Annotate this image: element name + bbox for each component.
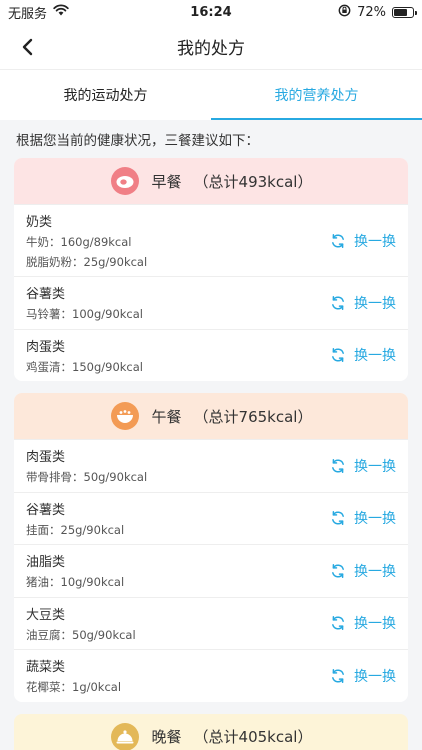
food-info: 谷薯类马铃薯：100g/90kcal — [26, 283, 143, 322]
food-row: 油脂类猪油：10g/90kcal 换一换 — [14, 544, 408, 597]
meal-header: 早餐 （总计493kcal） — [14, 158, 408, 204]
back-button[interactable] — [14, 34, 40, 60]
food-detail: 牛奶：160g/89kcal — [26, 235, 132, 249]
swap-button[interactable]: 换一换 — [330, 666, 396, 686]
page-title: 我的处方 — [177, 39, 245, 59]
swap-button[interactable]: 换一换 — [330, 456, 396, 476]
food-category: 大豆类 — [26, 607, 66, 623]
refresh-icon — [332, 616, 344, 631]
refresh-icon — [332, 668, 344, 683]
refresh-icon — [332, 348, 344, 363]
food-info: 油脂类猪油：10g/90kcal — [26, 551, 124, 590]
battery-fill — [394, 8, 407, 16]
swap-label: 换一换 — [354, 348, 396, 365]
food-detail: 马铃薯：100g/90kcal — [26, 307, 143, 322]
chevron-left-icon — [22, 38, 33, 56]
food-info: 蔬菜类花椰菜：1g/0kcal — [26, 656, 121, 695]
meal-header: 午餐 （总计765kcal） — [14, 393, 408, 439]
meal-total: （总计493kcal） — [193, 172, 313, 191]
meal-list: 早餐 （总计493kcal） 奶类牛奶：160g/89kcal 脱脂奶粉：25g/90… — [0, 158, 422, 750]
meal-header: 晚餐 （总计405kcal） — [14, 713, 408, 750]
food-row: 肉蛋类带骨排骨：50g/90kcal 换一换 — [14, 439, 408, 492]
battery-icon — [392, 6, 417, 18]
food-detail: 鸡蛋清：150g/90kcal — [26, 359, 143, 374]
food-info: 肉蛋类鸡蛋清：150g/90kcal — [26, 336, 143, 375]
wifi-icon — [53, 4, 69, 20]
food-category: 谷薯类 — [26, 287, 66, 303]
food-category: 油脂类 — [26, 555, 66, 571]
swap-label: 换一换 — [354, 668, 396, 685]
orientation-lock-icon — [338, 4, 351, 21]
food-detail: 脱脂奶粉：25g/90kcal — [26, 255, 148, 269]
food-info: 谷薯类挂面：25g/90kcal — [26, 499, 124, 538]
tab-exercise-prescription[interactable]: 我的运动处方 — [0, 70, 211, 120]
food-row: 肉蛋类鸡蛋清：150g/90kcal 换一换 — [14, 328, 408, 382]
breakfast-icon — [110, 166, 140, 196]
food-category: 奶类 — [26, 215, 53, 230]
swap-label: 换一换 — [354, 616, 396, 633]
refresh-icon — [332, 295, 344, 310]
status-left: 无服务 — [8, 3, 69, 22]
food-category: 肉蛋类 — [26, 450, 66, 466]
lunch-icon — [110, 401, 140, 431]
food-info: 奶类牛奶：160g/89kcal 脱脂奶粉：25g/90kcal — [26, 211, 147, 270]
swap-label: 换一换 — [354, 233, 396, 250]
swap-button[interactable]: 换一换 — [330, 293, 396, 313]
swap-button[interactable]: 换一换 — [330, 345, 396, 365]
food-category: 蔬菜类 — [26, 660, 66, 676]
food-info: 肉蛋类带骨排骨：50g/90kcal — [26, 446, 147, 485]
swap-button[interactable]: 换一换 — [330, 508, 396, 528]
food-category: 肉蛋类 — [26, 339, 66, 355]
food-detail: 花椰菜：1g/0kcal — [26, 680, 122, 695]
swap-label: 换一换 — [354, 511, 396, 528]
food-row: 谷薯类挂面：25g/90kcal 换一换 — [14, 491, 408, 545]
meal-card: 午餐 （总计765kcal） 肉蛋类 带骨排骨：50g/90kcal 换一换 谷薯类 挂面：… — [14, 393, 408, 702]
dinner-icon — [110, 722, 140, 750]
swap-button[interactable]: 换一换 — [330, 231, 396, 251]
food-detail: 油豆腐：50g/90kcal — [26, 627, 136, 642]
meal-total: （总计405kcal） — [193, 728, 313, 746]
food-row: 谷薯类马铃薯：100g/90kcal 换一换 — [14, 276, 408, 329]
meal-name: 午餐 — [151, 407, 182, 426]
refresh-icon — [332, 563, 344, 578]
meal-name: 晚餐 — [151, 728, 182, 746]
food-row: 蔬菜类花椰菜：1g/0kcal 换一换 — [14, 649, 408, 702]
tab-nutrition-prescription[interactable]: 我的营养处方 — [211, 70, 422, 120]
swap-button[interactable]: 换一换 — [330, 613, 396, 633]
status-bar: 无服务 16:24 72% — [0, 0, 422, 24]
food-category: 谷薯类 — [26, 502, 66, 518]
status-right: 72% — [338, 4, 417, 21]
swap-label: 换一换 — [354, 458, 396, 475]
meal-name: 早餐 — [151, 172, 182, 191]
meal-total: （总计765kcal） — [193, 407, 313, 426]
food-row: 大豆类油豆腐：50g/90kcal 换一换 — [14, 596, 408, 650]
meal-card: 晚餐 （总计405kcal） — [14, 713, 408, 750]
food-row: 奶类牛奶：160g/89kcal 脱脂奶粉：25g/90kcal 换一换 — [14, 204, 408, 276]
refresh-icon — [332, 458, 344, 473]
food-detail: 带骨排骨：50g/90kcal — [26, 470, 148, 485]
refresh-icon — [332, 233, 344, 248]
swap-label: 换一换 — [354, 295, 396, 312]
food-info: 大豆类油豆腐：50g/90kcal — [26, 604, 136, 643]
intro-text: 根据您当前的健康状况，三餐建议如下： — [16, 133, 259, 149]
tab-bar: 我的运动处方 我的营养处方 — [0, 70, 422, 120]
carrier-label: 无服务 — [8, 6, 48, 22]
swap-label: 换一换 — [354, 563, 396, 580]
food-detail: 猪油：10g/90kcal — [26, 575, 125, 590]
food-detail: 挂面：25g/90kcal — [26, 522, 125, 537]
refresh-icon — [332, 511, 344, 526]
nav-bar: 我的处方 — [0, 24, 422, 70]
battery-percent: 72% — [357, 4, 386, 20]
meal-card: 早餐 （总计493kcal） 奶类牛奶：160g/89kcal 脱脂奶粉：25g/90… — [14, 158, 408, 381]
swap-button[interactable]: 换一换 — [330, 561, 396, 581]
